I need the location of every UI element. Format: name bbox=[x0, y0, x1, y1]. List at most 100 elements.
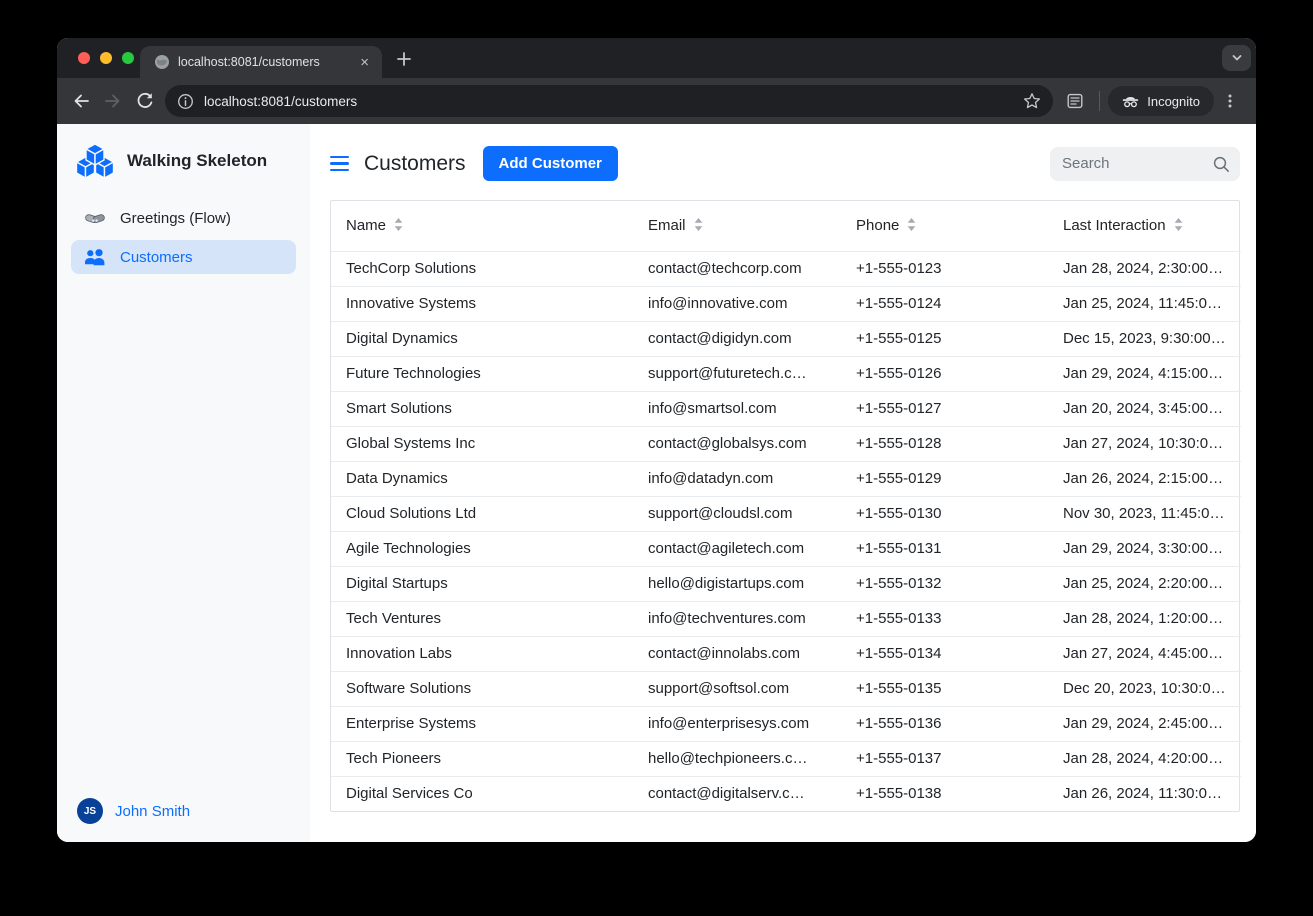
column-label: Name bbox=[346, 217, 386, 234]
table-row[interactable]: Digital Startupshello@digistartups.com+1… bbox=[331, 566, 1241, 601]
column-header-email[interactable]: Email bbox=[633, 201, 841, 251]
info-icon[interactable] bbox=[177, 93, 194, 110]
reload-icon bbox=[135, 91, 155, 111]
cell-email: hello@digistartups.com bbox=[633, 566, 841, 601]
column-header-phone[interactable]: Phone bbox=[841, 201, 1048, 251]
incognito-label: Incognito bbox=[1147, 94, 1200, 109]
add-customer-button[interactable]: Add Customer bbox=[483, 146, 618, 181]
search-box bbox=[1050, 147, 1240, 181]
tab-search-button[interactable] bbox=[1222, 45, 1251, 71]
browser-tab[interactable]: localhost:8081/customers × bbox=[140, 46, 382, 78]
cell-last-interaction: Jan 29, 2024, 3:30:00… bbox=[1048, 531, 1241, 566]
cell-name: Global Systems Inc bbox=[331, 426, 633, 461]
forward-button[interactable] bbox=[97, 85, 129, 117]
url-text: localhost:8081/customers bbox=[204, 94, 1013, 109]
sidebar-item-greetings[interactable]: Greetings (Flow) bbox=[71, 202, 296, 235]
cell-email: contact@digidyn.com bbox=[633, 321, 841, 356]
sidebar-spacer bbox=[71, 279, 296, 796]
browser-menu-button[interactable] bbox=[1214, 85, 1246, 117]
table-row[interactable]: Data Dynamicsinfo@datadyn.com+1-555-0129… bbox=[331, 461, 1241, 496]
minimize-window-button[interactable] bbox=[100, 52, 112, 64]
cell-phone: +1-555-0127 bbox=[841, 391, 1048, 426]
cell-name: Digital Dynamics bbox=[331, 321, 633, 356]
column-label: Phone bbox=[856, 217, 899, 234]
traffic-lights bbox=[78, 52, 134, 64]
sort-arrows-icon bbox=[1174, 218, 1183, 231]
page-title: Customers bbox=[364, 152, 466, 176]
cell-name: Agile Technologies bbox=[331, 531, 633, 566]
sort-arrows-icon bbox=[907, 218, 916, 231]
magnifier-icon[interactable] bbox=[1212, 155, 1230, 173]
tab-strip: localhost:8081/customers × bbox=[57, 38, 1256, 78]
cell-phone: +1-555-0138 bbox=[841, 776, 1048, 811]
cell-phone: +1-555-0124 bbox=[841, 286, 1048, 321]
cell-last-interaction: Dec 20, 2023, 10:30:0… bbox=[1048, 671, 1241, 706]
sidebar-item-customers[interactable]: Customers bbox=[71, 240, 296, 274]
table-row[interactable]: Innovation Labscontact@innolabs.com+1-55… bbox=[331, 636, 1241, 671]
handshake-icon bbox=[83, 210, 107, 227]
cell-last-interaction: Jan 28, 2024, 1:20:00… bbox=[1048, 601, 1241, 636]
incognito-badge: Incognito bbox=[1108, 86, 1214, 116]
cell-name: Innovative Systems bbox=[331, 286, 633, 321]
cell-name: Enterprise Systems bbox=[331, 706, 633, 741]
cell-last-interaction: Jan 20, 2024, 3:45:00… bbox=[1048, 391, 1241, 426]
table-row[interactable]: Innovative Systemsinfo@innovative.com+1-… bbox=[331, 286, 1241, 321]
plus-icon bbox=[397, 52, 411, 66]
star-icon[interactable] bbox=[1023, 92, 1041, 110]
table-row[interactable]: Future Technologiessupport@futuretech.c…… bbox=[331, 356, 1241, 391]
table-row[interactable]: TechCorp Solutionscontact@techcorp.com+1… bbox=[331, 251, 1241, 286]
fullscreen-window-button[interactable] bbox=[122, 52, 134, 64]
cell-email: info@innovative.com bbox=[633, 286, 841, 321]
cell-name: Digital Startups bbox=[331, 566, 633, 601]
back-button[interactable] bbox=[65, 85, 97, 117]
cell-email: info@smartsol.com bbox=[633, 391, 841, 426]
cell-name: Innovation Labs bbox=[331, 636, 633, 671]
kebab-menu-icon bbox=[1222, 93, 1238, 109]
table-row[interactable]: Digital Dynamicscontact@digidyn.com+1-55… bbox=[331, 321, 1241, 356]
address-bar[interactable]: localhost:8081/customers bbox=[165, 85, 1053, 117]
incognito-icon bbox=[1122, 94, 1139, 108]
cell-last-interaction: Jan 28, 2024, 4:20:00… bbox=[1048, 741, 1241, 776]
cell-email: contact@techcorp.com bbox=[633, 251, 841, 286]
cell-phone: +1-555-0130 bbox=[841, 496, 1048, 531]
reading-list-button[interactable] bbox=[1059, 85, 1091, 117]
cell-name: TechCorp Solutions bbox=[331, 251, 633, 286]
search-input[interactable] bbox=[1062, 155, 1212, 172]
column-header-last-interaction[interactable]: Last Interaction bbox=[1048, 201, 1241, 251]
browser-toolbar: localhost:8081/customers Incognito bbox=[57, 78, 1256, 124]
table-row[interactable]: Smart Solutionsinfo@smartsol.com+1-555-0… bbox=[331, 391, 1241, 426]
close-tab-icon[interactable]: × bbox=[357, 54, 372, 71]
table-body: TechCorp Solutionscontact@techcorp.com+1… bbox=[331, 251, 1241, 811]
back-icon bbox=[71, 91, 91, 111]
table-row[interactable]: Agile Technologiescontact@agiletech.com+… bbox=[331, 531, 1241, 566]
table-row[interactable]: Digital Services Cocontact@digitalserv.c… bbox=[331, 776, 1241, 811]
cell-phone: +1-555-0129 bbox=[841, 461, 1048, 496]
cell-last-interaction: Jan 28, 2024, 2:30:00… bbox=[1048, 251, 1241, 286]
close-window-button[interactable] bbox=[78, 52, 90, 64]
table-row[interactable]: Cloud Solutions Ltdsupport@cloudsl.com+1… bbox=[331, 496, 1241, 531]
cell-phone: +1-555-0134 bbox=[841, 636, 1048, 671]
table-row[interactable]: Software Solutionssupport@softsol.com+1-… bbox=[331, 671, 1241, 706]
table-row[interactable]: Tech Pioneershello@techpioneers.c…+1-555… bbox=[331, 741, 1241, 776]
cell-phone: +1-555-0133 bbox=[841, 601, 1048, 636]
cell-phone: +1-555-0132 bbox=[841, 566, 1048, 601]
table-row[interactable]: Global Systems Inccontact@globalsys.com+… bbox=[331, 426, 1241, 461]
new-tab-button[interactable] bbox=[394, 49, 414, 69]
column-label: Email bbox=[648, 217, 686, 234]
cell-phone: +1-555-0136 bbox=[841, 706, 1048, 741]
cubes-icon bbox=[75, 142, 115, 180]
column-header-name[interactable]: Name bbox=[331, 201, 633, 251]
table-row[interactable]: Enterprise Systemsinfo@enterprisesys.com… bbox=[331, 706, 1241, 741]
reload-button[interactable] bbox=[129, 85, 161, 117]
cell-email: support@futuretech.c… bbox=[633, 356, 841, 391]
chevron-down-icon bbox=[1230, 51, 1244, 65]
user-menu[interactable]: JS John Smith bbox=[71, 796, 296, 826]
table-row[interactable]: Tech Venturesinfo@techventures.com+1-555… bbox=[331, 601, 1241, 636]
cell-email: info@enterprisesys.com bbox=[633, 706, 841, 741]
cell-phone: +1-555-0123 bbox=[841, 251, 1048, 286]
hamburger-icon[interactable] bbox=[330, 154, 349, 174]
users-icon bbox=[83, 248, 107, 266]
brand-name: Walking Skeleton bbox=[127, 151, 267, 171]
cell-email: contact@innolabs.com bbox=[633, 636, 841, 671]
sidebar: Walking Skeleton Greetings (Flow) bbox=[57, 124, 310, 842]
